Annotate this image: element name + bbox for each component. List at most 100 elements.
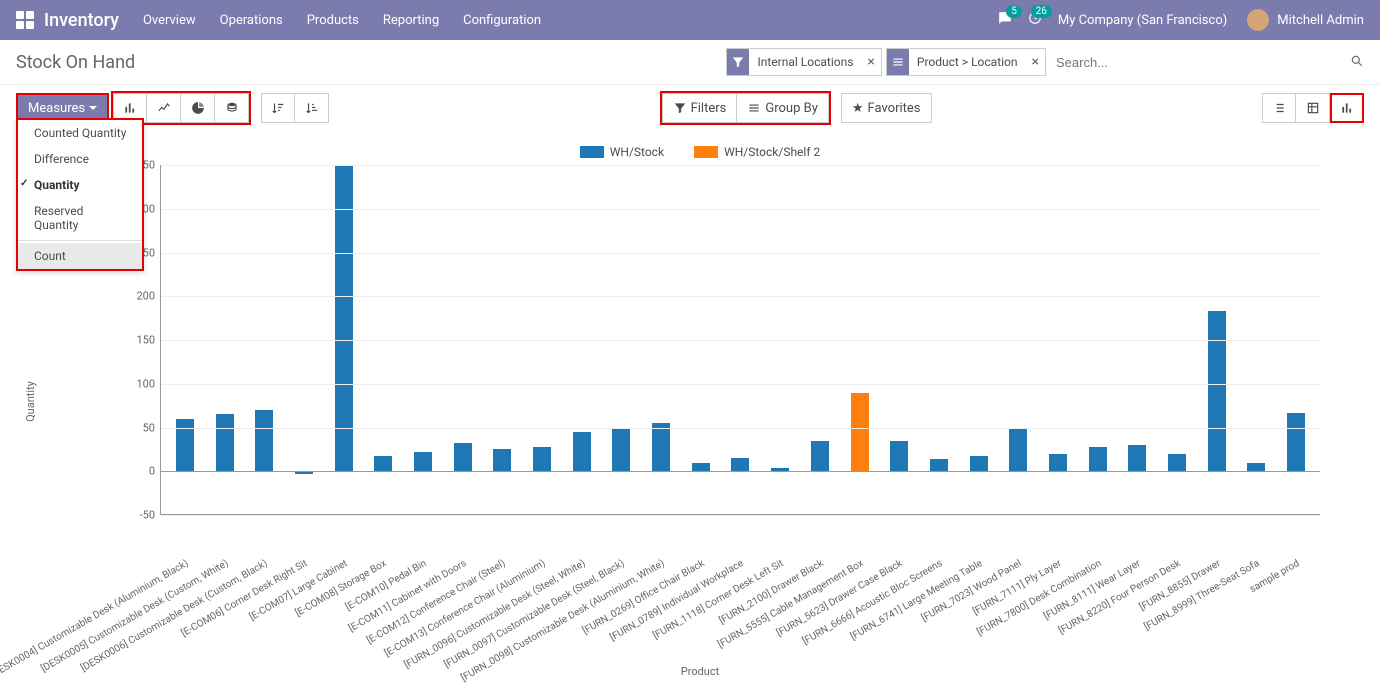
check-icon: ✓ bbox=[20, 178, 28, 189]
bar[interactable] bbox=[1247, 463, 1265, 472]
bar[interactable] bbox=[414, 452, 432, 471]
bar-slot bbox=[1157, 165, 1197, 471]
bar-slot bbox=[959, 165, 999, 471]
star-icon: ★ bbox=[852, 101, 864, 116]
filters-button[interactable]: Filters bbox=[662, 93, 738, 123]
bar-slot bbox=[681, 165, 721, 471]
menu-products[interactable]: Products bbox=[307, 13, 359, 28]
sort-desc-button[interactable] bbox=[261, 93, 295, 123]
bar[interactable] bbox=[890, 441, 908, 472]
bar[interactable] bbox=[970, 456, 988, 471]
bar-slot bbox=[879, 165, 919, 471]
bar[interactable] bbox=[1009, 428, 1027, 472]
bar-slot bbox=[602, 165, 642, 471]
apps-icon[interactable] bbox=[16, 11, 34, 29]
search-icon[interactable] bbox=[1350, 53, 1364, 72]
bar-slot bbox=[721, 165, 761, 471]
y-tick: 0 bbox=[149, 465, 155, 478]
bar-slot bbox=[641, 165, 681, 471]
bar[interactable] bbox=[255, 410, 273, 471]
bar[interactable] bbox=[851, 393, 869, 472]
menu-operations[interactable]: Operations bbox=[220, 13, 283, 28]
chart-plot: [DESK0004] Customizable Desk (Aluminium,… bbox=[160, 165, 1320, 515]
bar[interactable] bbox=[1049, 454, 1067, 472]
bar[interactable] bbox=[1128, 445, 1146, 471]
bar[interactable] bbox=[1168, 454, 1186, 472]
measure-item[interactable]: Reserved Quantity bbox=[18, 198, 142, 238]
bar[interactable] bbox=[612, 428, 630, 472]
facet-remove-icon[interactable]: × bbox=[861, 54, 880, 70]
funnel-icon bbox=[727, 49, 749, 75]
search-facet-filter[interactable]: Internal Locations × bbox=[726, 48, 881, 76]
groupby-label: Group By bbox=[765, 101, 818, 116]
line-chart-button[interactable] bbox=[147, 93, 181, 123]
messaging-icon[interactable]: 5 bbox=[998, 11, 1012, 29]
bar[interactable] bbox=[652, 423, 670, 471]
bar-slot bbox=[760, 165, 800, 471]
stacked-button[interactable] bbox=[215, 93, 249, 123]
sort-asc-button[interactable] bbox=[295, 93, 329, 123]
bar-slot bbox=[562, 165, 602, 471]
bar-slot bbox=[443, 165, 483, 471]
y-axis-label: Quantity bbox=[24, 381, 37, 422]
user-menu[interactable]: Mitchell Admin bbox=[1277, 13, 1364, 28]
favorites-button[interactable]: ★ Favorites bbox=[841, 93, 932, 123]
bars-container bbox=[161, 165, 1320, 471]
pie-chart-button[interactable] bbox=[181, 93, 215, 123]
measure-item-count[interactable]: Count bbox=[18, 243, 142, 269]
bar[interactable] bbox=[930, 459, 948, 471]
app-brand[interactable]: Inventory bbox=[44, 10, 119, 31]
bar[interactable] bbox=[454, 443, 472, 471]
bar-slot bbox=[284, 165, 324, 471]
bar-slot bbox=[840, 165, 880, 471]
groupby-button[interactable]: Group By bbox=[737, 93, 829, 123]
divider bbox=[18, 240, 142, 241]
bar-slot bbox=[800, 165, 840, 471]
company-selector[interactable]: My Company (San Francisco) bbox=[1058, 13, 1227, 28]
bar[interactable] bbox=[335, 165, 353, 471]
menu-configuration[interactable]: Configuration bbox=[463, 13, 541, 28]
bar-slot bbox=[244, 165, 284, 471]
legend-swatch bbox=[694, 146, 718, 158]
avatar[interactable] bbox=[1247, 9, 1269, 31]
search-facet-groupby[interactable]: Product > Location × bbox=[886, 48, 1046, 76]
sort-group bbox=[261, 93, 329, 123]
bar[interactable] bbox=[573, 432, 591, 471]
control-panel-bottom: Measures Filters Group By ★ Favorites bbox=[0, 85, 1380, 135]
list-icon bbox=[887, 49, 909, 75]
bar[interactable] bbox=[1089, 447, 1107, 472]
legend-swatch bbox=[580, 146, 604, 158]
legend-item[interactable]: WH/Stock bbox=[580, 145, 664, 159]
bar[interactable] bbox=[216, 414, 234, 471]
list-view-button[interactable] bbox=[1262, 93, 1296, 123]
graph-view-button[interactable] bbox=[1330, 93, 1364, 123]
search-input[interactable] bbox=[1050, 48, 1350, 76]
y-tick: 50 bbox=[143, 421, 155, 434]
bar[interactable] bbox=[731, 458, 749, 471]
bar[interactable] bbox=[1208, 311, 1226, 471]
legend-item[interactable]: WH/Stock/Shelf 2 bbox=[694, 145, 820, 159]
bar[interactable] bbox=[533, 447, 551, 472]
bar[interactable] bbox=[811, 441, 829, 472]
y-tick: 100 bbox=[136, 377, 155, 390]
bar-slot bbox=[205, 165, 245, 471]
measures-label: Measures bbox=[28, 101, 85, 116]
bar-slot bbox=[324, 165, 364, 471]
activities-badge: 26 bbox=[1031, 5, 1052, 18]
bar[interactable] bbox=[692, 463, 710, 472]
bar[interactable] bbox=[1287, 413, 1305, 472]
measure-item[interactable]: Counted Quantity bbox=[18, 120, 142, 146]
activities-icon[interactable]: 26 bbox=[1028, 11, 1042, 29]
menu-reporting[interactable]: Reporting bbox=[383, 13, 439, 28]
bar-slot bbox=[1237, 165, 1277, 471]
facet-remove-icon[interactable]: × bbox=[1026, 54, 1045, 70]
bar[interactable] bbox=[374, 456, 392, 472]
measure-item-selected[interactable]: ✓Quantity bbox=[18, 172, 142, 198]
bar[interactable] bbox=[493, 449, 511, 471]
menu-overview[interactable]: Overview bbox=[143, 13, 196, 28]
measure-item[interactable]: Difference bbox=[18, 146, 142, 172]
bar-slot bbox=[165, 165, 205, 471]
page-title: Stock On Hand bbox=[16, 52, 135, 73]
search-options-group: Filters Group By bbox=[660, 91, 831, 125]
pivot-view-button[interactable] bbox=[1296, 93, 1330, 123]
